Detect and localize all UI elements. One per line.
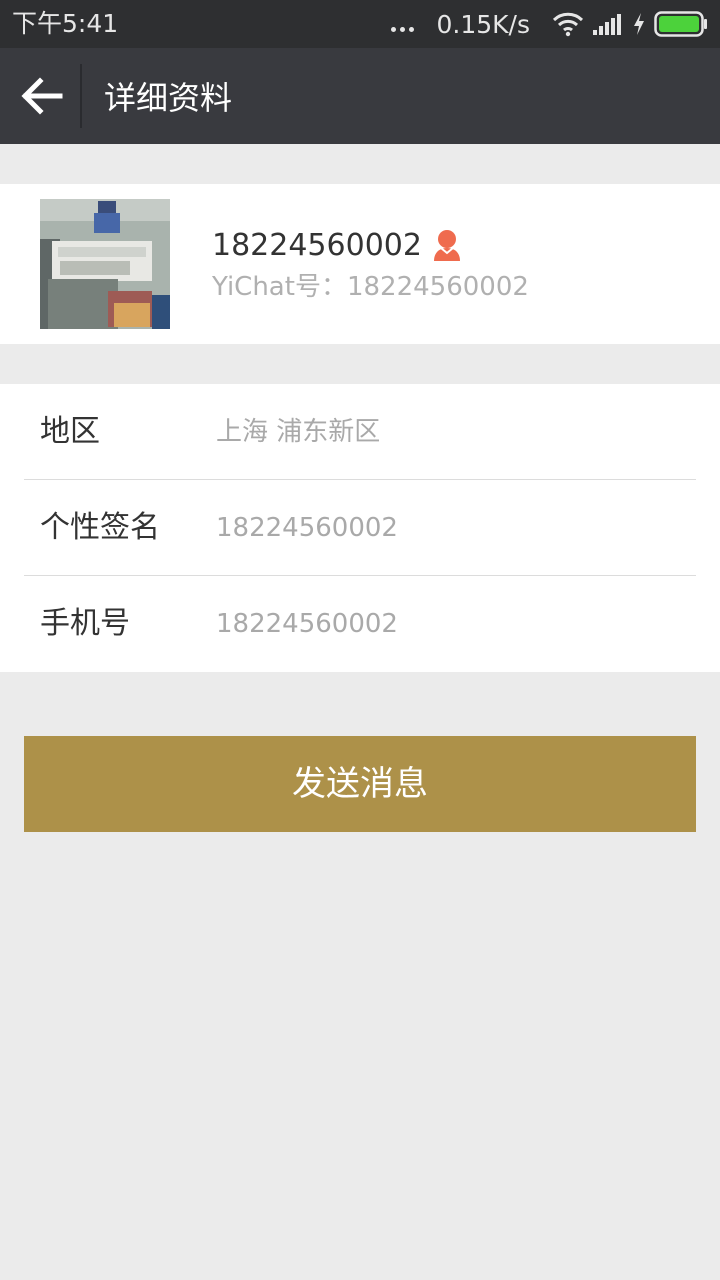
send-message-button[interactable]: 发送消息 <box>24 736 696 832</box>
arrow-left-icon <box>21 77 63 115</box>
info-label: 地区 <box>40 414 100 449</box>
more-dots-icon <box>389 26 416 32</box>
avatar[interactable] <box>40 199 170 329</box>
charging-icon <box>634 13 644 35</box>
back-button[interactable] <box>14 68 70 124</box>
signal-icon <box>593 14 621 35</box>
app-bar: 详细资料 <box>0 48 720 144</box>
app-bar-divider <box>80 64 82 128</box>
info-row-phone: 手机号 18224560002 <box>0 576 720 672</box>
status-indicators: 0.15K/s <box>389 9 708 39</box>
info-value: 上海 浦东新区 <box>216 417 381 447</box>
profile-card: 18224560002 YiChat号：18224560002 <box>0 184 720 344</box>
info-label: 手机号 <box>40 606 130 641</box>
profile-id: YiChat号：18224560002 <box>212 272 529 302</box>
battery-icon <box>654 11 707 37</box>
status-time: 下午5:41 <box>12 9 119 38</box>
profile-name: 18224560002 <box>212 228 422 263</box>
network-speed: 0.15K/s <box>436 9 530 39</box>
info-row-region: 地区 上海 浦东新区 <box>0 384 720 480</box>
page-title: 详细资料 <box>104 79 233 117</box>
status-bar: 下午5:41 0.15K/s <box>0 0 720 48</box>
info-value: 18224560002 <box>216 513 398 543</box>
info-label: 个性签名 <box>40 510 160 545</box>
info-row-signature: 个性签名 18224560002 <box>0 480 720 576</box>
wifi-icon <box>552 12 584 37</box>
female-user-icon <box>434 230 460 261</box>
info-section: 地区 上海 浦东新区 个性签名 18224560002 手机号 18224560… <box>0 384 720 672</box>
info-value: 18224560002 <box>216 609 398 639</box>
